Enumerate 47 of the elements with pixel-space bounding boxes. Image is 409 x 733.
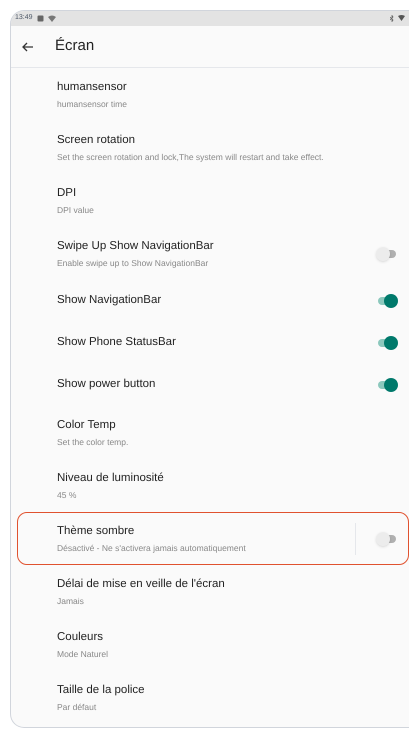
toggle-switch[interactable]: [376, 336, 398, 350]
setting-title: Niveau de luminosité: [57, 470, 165, 486]
settings-row[interactable]: Niveau de luminosité 45 %: [17, 459, 409, 512]
settings-row[interactable]: Show NavigationBar: [17, 280, 409, 322]
setting-title: humansensor: [57, 80, 128, 94]
setting-summary: Set the screen rotation and lock,The system will restart and take effect.: [57, 150, 325, 164]
settings-row[interactable]: Délai de mise en veille de l'écran Jamais: [17, 565, 409, 618]
setting-title: Color Temp: [57, 418, 117, 432]
setting-summary: Set the color temp.: [57, 436, 130, 448]
toggle-switch[interactable]: [376, 378, 398, 392]
signal-icon: [398, 15, 405, 22]
notification-icon: [36, 15, 44, 22]
setting-title: Taille de la police: [57, 682, 146, 698]
back-arrow-icon: [22, 40, 34, 52]
setting-summary: Désactivé - Ne s'activera jamais automatiquement: [57, 542, 247, 554]
setting-summary: humansensor time: [57, 98, 128, 110]
setting-title: Thème sombre: [57, 524, 136, 538]
setting-summary: Par défaut: [57, 700, 98, 714]
settings-row[interactable]: Couleurs Mode Naturel: [17, 618, 409, 671]
settings-row[interactable]: Show power button: [17, 364, 409, 406]
settings-row[interactable]: humansensor humansensor time: [17, 68, 409, 121]
setting-summary: DPI value: [57, 204, 95, 216]
setting-title: Show Phone StatusBar: [57, 335, 177, 350]
settings-row[interactable]: Color Temp Set the color temp.: [17, 406, 409, 459]
setting-title: Couleurs: [57, 630, 104, 644]
settings-row[interactable]: Thème sombre Désactivé - Ne s'activera jamais automatiquement: [17, 512, 409, 565]
toggle-switch[interactable]: [376, 532, 398, 546]
setting-title: Délai de mise en veille de l'écran: [57, 576, 226, 592]
wifi-icon: [48, 15, 56, 22]
bluetooth-icon: [390, 15, 394, 22]
setting-summary: Enable swipe up to Show NavigationBar: [57, 256, 210, 270]
settings-row[interactable]: Show Phone StatusBar: [17, 322, 409, 364]
setting-summary: Jamais: [57, 594, 85, 608]
toggle-switch[interactable]: [376, 246, 398, 260]
setting-summary: 45 %: [57, 488, 78, 502]
settings-row[interactable]: Screen rotation Set the screen rotation and lock,The system will restart and take effect.: [17, 121, 409, 174]
screen-title: Écran: [55, 36, 94, 56]
setting-summary: Mode Naturel: [57, 648, 110, 660]
toggle-switch[interactable]: [376, 294, 398, 308]
settings-row[interactable]: Taille de la police Par défaut: [17, 671, 409, 724]
settings-row[interactable]: Swipe Up Show NavigationBar Enable swipe up to Show NavigationBar: [17, 227, 409, 280]
setting-title: Show power button: [57, 377, 156, 392]
setting-title: Show NavigationBar: [57, 293, 162, 308]
setting-title: DPI: [57, 186, 78, 200]
setting-title: Screen rotation: [57, 132, 136, 148]
setting-title: Swipe Up Show NavigationBar: [57, 238, 215, 254]
settings-row[interactable]: DPI DPI value: [17, 174, 409, 227]
